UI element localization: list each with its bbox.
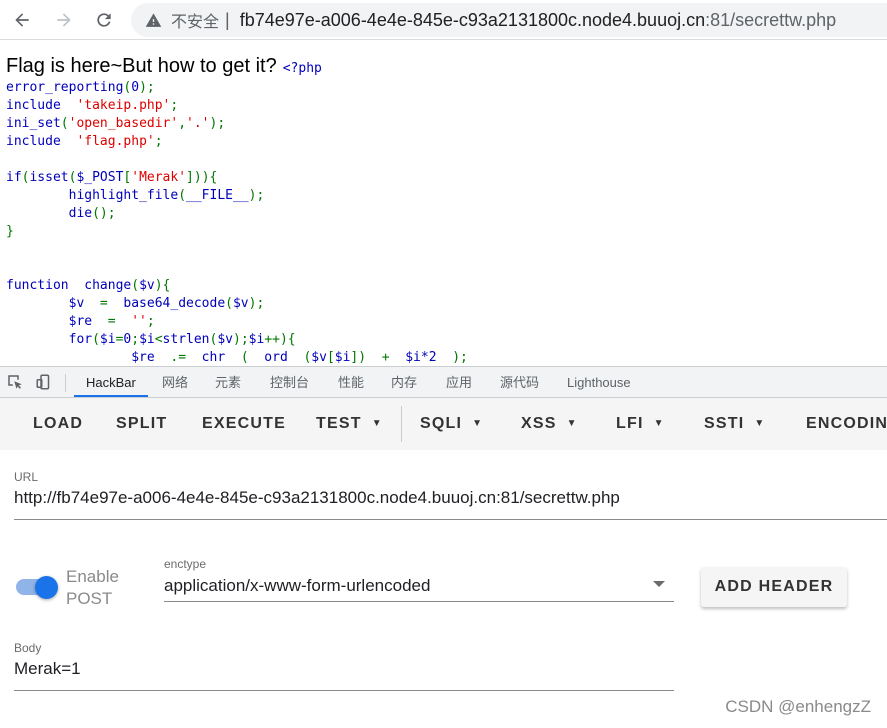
hackbar-toolbar: LOAD SPLIT EXECUTE TEST ▼ SQLI ▼ XSS ▼ LFI ▼ SSTI ▼ E… — [0, 398, 887, 450]
code-line: function change($v){ — [6, 278, 171, 293]
device-toolbar-icon[interactable] — [35, 373, 55, 393]
code-line: $v = base64_decode($v); — [6, 296, 265, 311]
code-line: die(); — [6, 206, 116, 221]
hackbar-button-label: LFI — [616, 415, 644, 432]
code-line: highlight_file(__FILE__); — [6, 188, 265, 203]
source-code: error_reporting(0);include 'takeip.php';… — [6, 79, 468, 366]
page-title-text: Flag is here~But how to get it? — [6, 55, 277, 77]
security-label[interactable]: 不安全 — [171, 8, 219, 32]
tab-6[interactable]: 应用 — [446, 367, 472, 398]
hackbar-button-4[interactable]: SQLI ▼ — [420, 398, 483, 450]
hackbar-button-5[interactable]: XSS ▼ — [521, 398, 578, 450]
hackbar-panel: URL http://fb74e97e-a006-4e4e-845e-c93a2… — [0, 450, 887, 728]
hackbar-button-7[interactable]: SSTI ▼ — [704, 398, 765, 450]
back-icon[interactable] — [10, 8, 34, 32]
code-line: for($i=0;$i<strlen($v);$i++){ — [6, 332, 296, 347]
tab-8[interactable]: Lighthouse — [567, 367, 631, 398]
enctype-select[interactable]: application/x-www-form-urlencoded — [164, 576, 430, 596]
code-line: include 'flag.php'; — [6, 134, 163, 149]
watermark: CSDN @enhengzZ — [725, 697, 871, 716]
body-label: Body — [14, 641, 42, 655]
url-path: :81/secrettw.php — [705, 9, 837, 30]
php-open-tag: <?php — [282, 61, 322, 76]
enable-post-toggle-knob[interactable] — [35, 576, 58, 599]
hackbar-button-label: TEST — [316, 415, 362, 432]
browser-toolbar: 不安全 | fb74e97e-a006-4e4e-845e-c93a213180… — [0, 0, 887, 40]
address-separator: | — [225, 9, 230, 30]
toolbar-divider — [65, 374, 66, 392]
hackbar-button-label: ENCODING — [806, 415, 887, 432]
code-line: ini_set('open_basedir','.'); — [6, 116, 226, 131]
hackbar-button-1[interactable]: SPLIT — [116, 398, 167, 450]
code-line: $re .= chr ( ord ($v[$i]) + $i*2 ); — [6, 350, 468, 365]
url-label: URL — [14, 470, 39, 484]
reload-icon[interactable] — [92, 8, 116, 32]
hackbar-button-2[interactable]: EXECUTE — [202, 398, 286, 450]
code-line: error_reporting(0); — [6, 80, 155, 95]
dropdown-caret-icon: ▼ — [566, 418, 578, 429]
dropdown-caret-icon: ▼ — [754, 418, 766, 429]
warning-icon — [145, 12, 162, 29]
dropdown-caret-icon: ▼ — [472, 418, 484, 429]
hackbar-button-6[interactable]: LFI ▼ — [616, 398, 665, 450]
body-field-underline — [14, 690, 674, 691]
forward-icon[interactable] — [52, 8, 76, 32]
address-bar[interactable]: 不安全 | fb74e97e-a006-4e4e-845e-c93a213180… — [131, 3, 887, 37]
tab-0[interactable]: HackBar — [86, 367, 136, 398]
code-line: } — [6, 224, 14, 239]
devtools-tab-bar: HackBar 网络 元素 控制台 性能 内存 应用 源代码 Lighthouse — [0, 366, 887, 398]
tab-3[interactable]: 控制台 — [270, 367, 309, 398]
page-content: Flag is here~But how to get it? <?php err… — [0, 41, 887, 366]
active-tab-indicator — [74, 395, 148, 397]
hackbar-button-3[interactable]: TEST ▼ — [316, 398, 383, 450]
hackbar-button-8[interactable]: ENCODING — [806, 398, 887, 450]
code-line: $re = ''; — [6, 314, 155, 329]
enable-post-label: Enable POST — [66, 567, 119, 608]
dropdown-arrow-icon[interactable] — [653, 581, 665, 587]
hackbar-button-0[interactable]: LOAD — [33, 398, 83, 450]
page-title: Flag is here~But how to get it? <?php — [6, 55, 322, 78]
enctype-select-underline — [164, 601, 674, 602]
url-host: fb74e97e-a006-4e4e-845e-c93a2131800c.nod… — [239, 9, 706, 30]
tab-4[interactable]: 性能 — [338, 367, 364, 398]
hackbar-button-label: LOAD — [33, 415, 84, 432]
hackbar-button-label: SPLIT — [116, 415, 168, 432]
hackbar-button-label: EXECUTE — [202, 415, 286, 432]
hackbar-button-label: SSTI — [704, 415, 745, 432]
enctype-label: enctype — [164, 557, 207, 571]
tab-5[interactable]: 内存 — [391, 367, 417, 398]
hackbar-button-label: XSS — [521, 415, 557, 432]
url-field[interactable]: http://fb74e97e-a006-4e4e-845e-c93a21318… — [14, 488, 620, 508]
tab-2[interactable]: 元素 — [215, 367, 241, 398]
url-field-underline — [14, 519, 887, 520]
toolbar-separator — [401, 406, 402, 442]
code-line: include 'takeip.php'; — [6, 98, 179, 113]
body-field[interactable]: Merak=1 — [14, 659, 81, 679]
dropdown-caret-icon: ▼ — [653, 418, 665, 429]
add-header-button[interactable]: ADD HEADER — [701, 567, 847, 607]
tab-7[interactable]: 源代码 — [500, 367, 539, 398]
dropdown-caret-icon: ▼ — [371, 418, 383, 429]
inspect-element-icon[interactable] — [6, 373, 26, 393]
hackbar-button-label: SQLI — [420, 415, 463, 432]
tab-1[interactable]: 网络 — [162, 367, 188, 398]
code-line: if(isset($_POST['Merak'])){ — [6, 170, 218, 185]
